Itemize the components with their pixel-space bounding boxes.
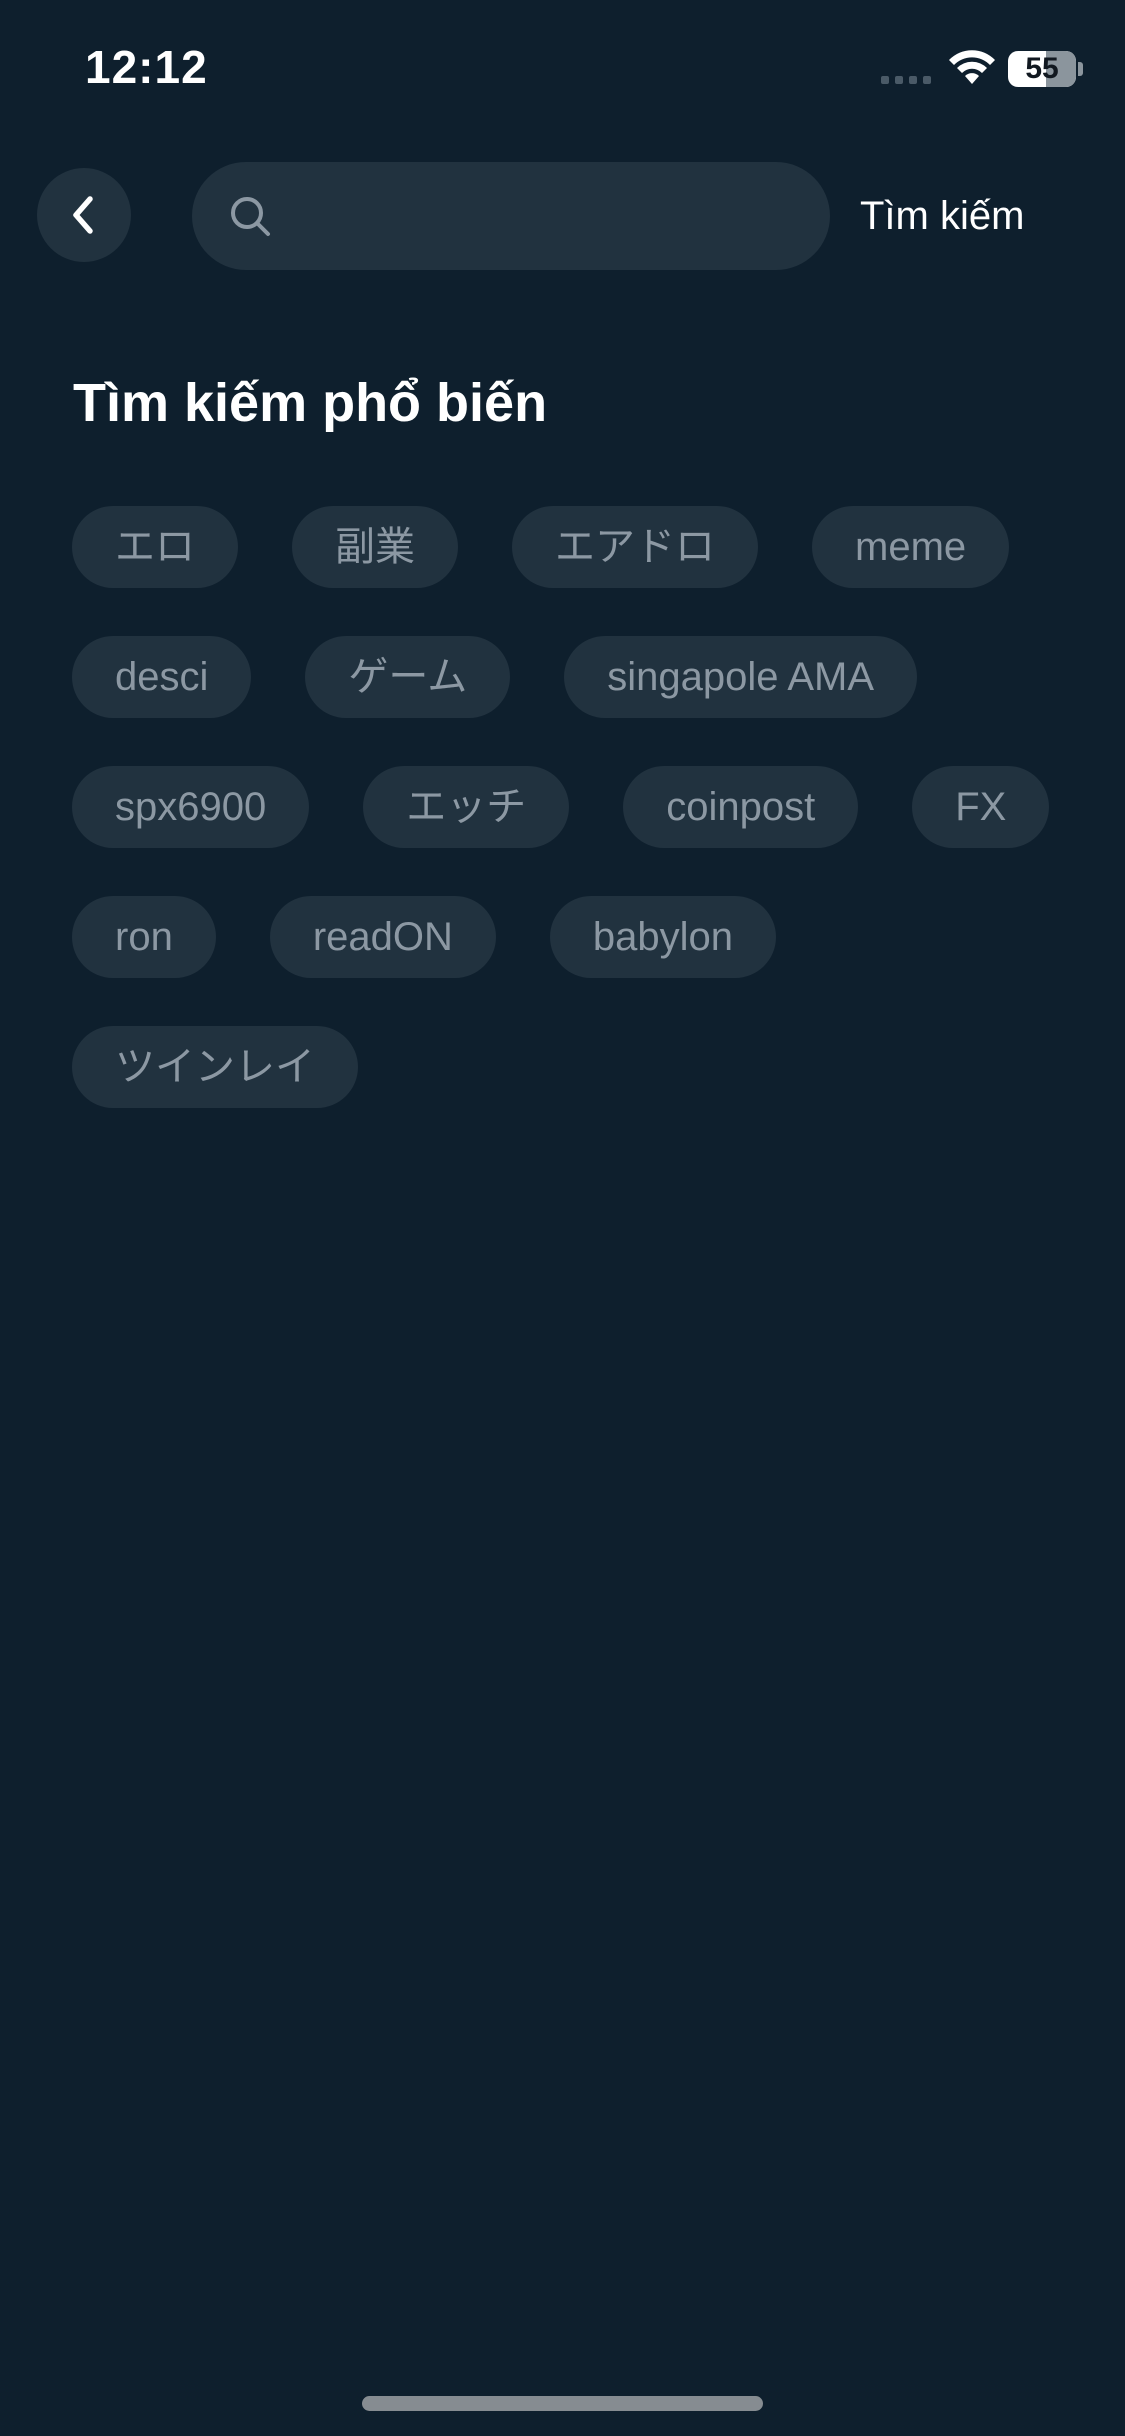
tag-chip[interactable]: ツインレイ bbox=[72, 1026, 358, 1108]
tag-chip[interactable]: エアドロ bbox=[512, 506, 758, 588]
tag-chip[interactable]: meme bbox=[812, 506, 1010, 588]
search-input[interactable] bbox=[292, 162, 806, 272]
tag-chip[interactable]: エッチ bbox=[363, 766, 570, 848]
tag-chip[interactable]: FX bbox=[912, 766, 1050, 848]
tag-chip[interactable]: coinpost bbox=[623, 766, 859, 848]
back-button[interactable] bbox=[37, 168, 131, 262]
tag-chip[interactable]: spx6900 bbox=[72, 766, 310, 848]
tag-chip[interactable]: readON bbox=[269, 896, 496, 978]
tag-chip[interactable]: 副業 bbox=[292, 506, 458, 588]
tag-chip[interactable]: babylon bbox=[549, 896, 776, 978]
wifi-icon bbox=[949, 50, 995, 84]
status-bar: 12:12 55 bbox=[0, 0, 1125, 140]
tag-chip[interactable]: desci bbox=[72, 636, 252, 718]
chevron-left-icon bbox=[73, 196, 93, 234]
search-button[interactable]: Tìm kiếm bbox=[860, 186, 1110, 246]
tag-chip[interactable]: ron bbox=[72, 896, 216, 978]
battery-level: 55 bbox=[1025, 52, 1059, 85]
popular-tags: エロ 副業 エアドロ meme desci ゲーム singapole AMA … bbox=[72, 506, 1072, 1108]
status-time: 12:12 bbox=[85, 41, 208, 93]
tag-chip[interactable]: エロ bbox=[72, 506, 238, 588]
tag-chip[interactable]: ゲーム bbox=[305, 636, 511, 718]
tag-chip[interactable]: singapole AMA bbox=[564, 636, 918, 718]
search-box[interactable] bbox=[192, 162, 830, 272]
section-title: Tìm kiếm phổ biến bbox=[73, 373, 548, 433]
battery-icon: 55 bbox=[1008, 51, 1076, 87]
home-indicator[interactable] bbox=[362, 2396, 763, 2411]
battery-nub bbox=[1078, 62, 1083, 76]
signal-icon bbox=[881, 76, 933, 84]
search-icon bbox=[231, 197, 270, 236]
